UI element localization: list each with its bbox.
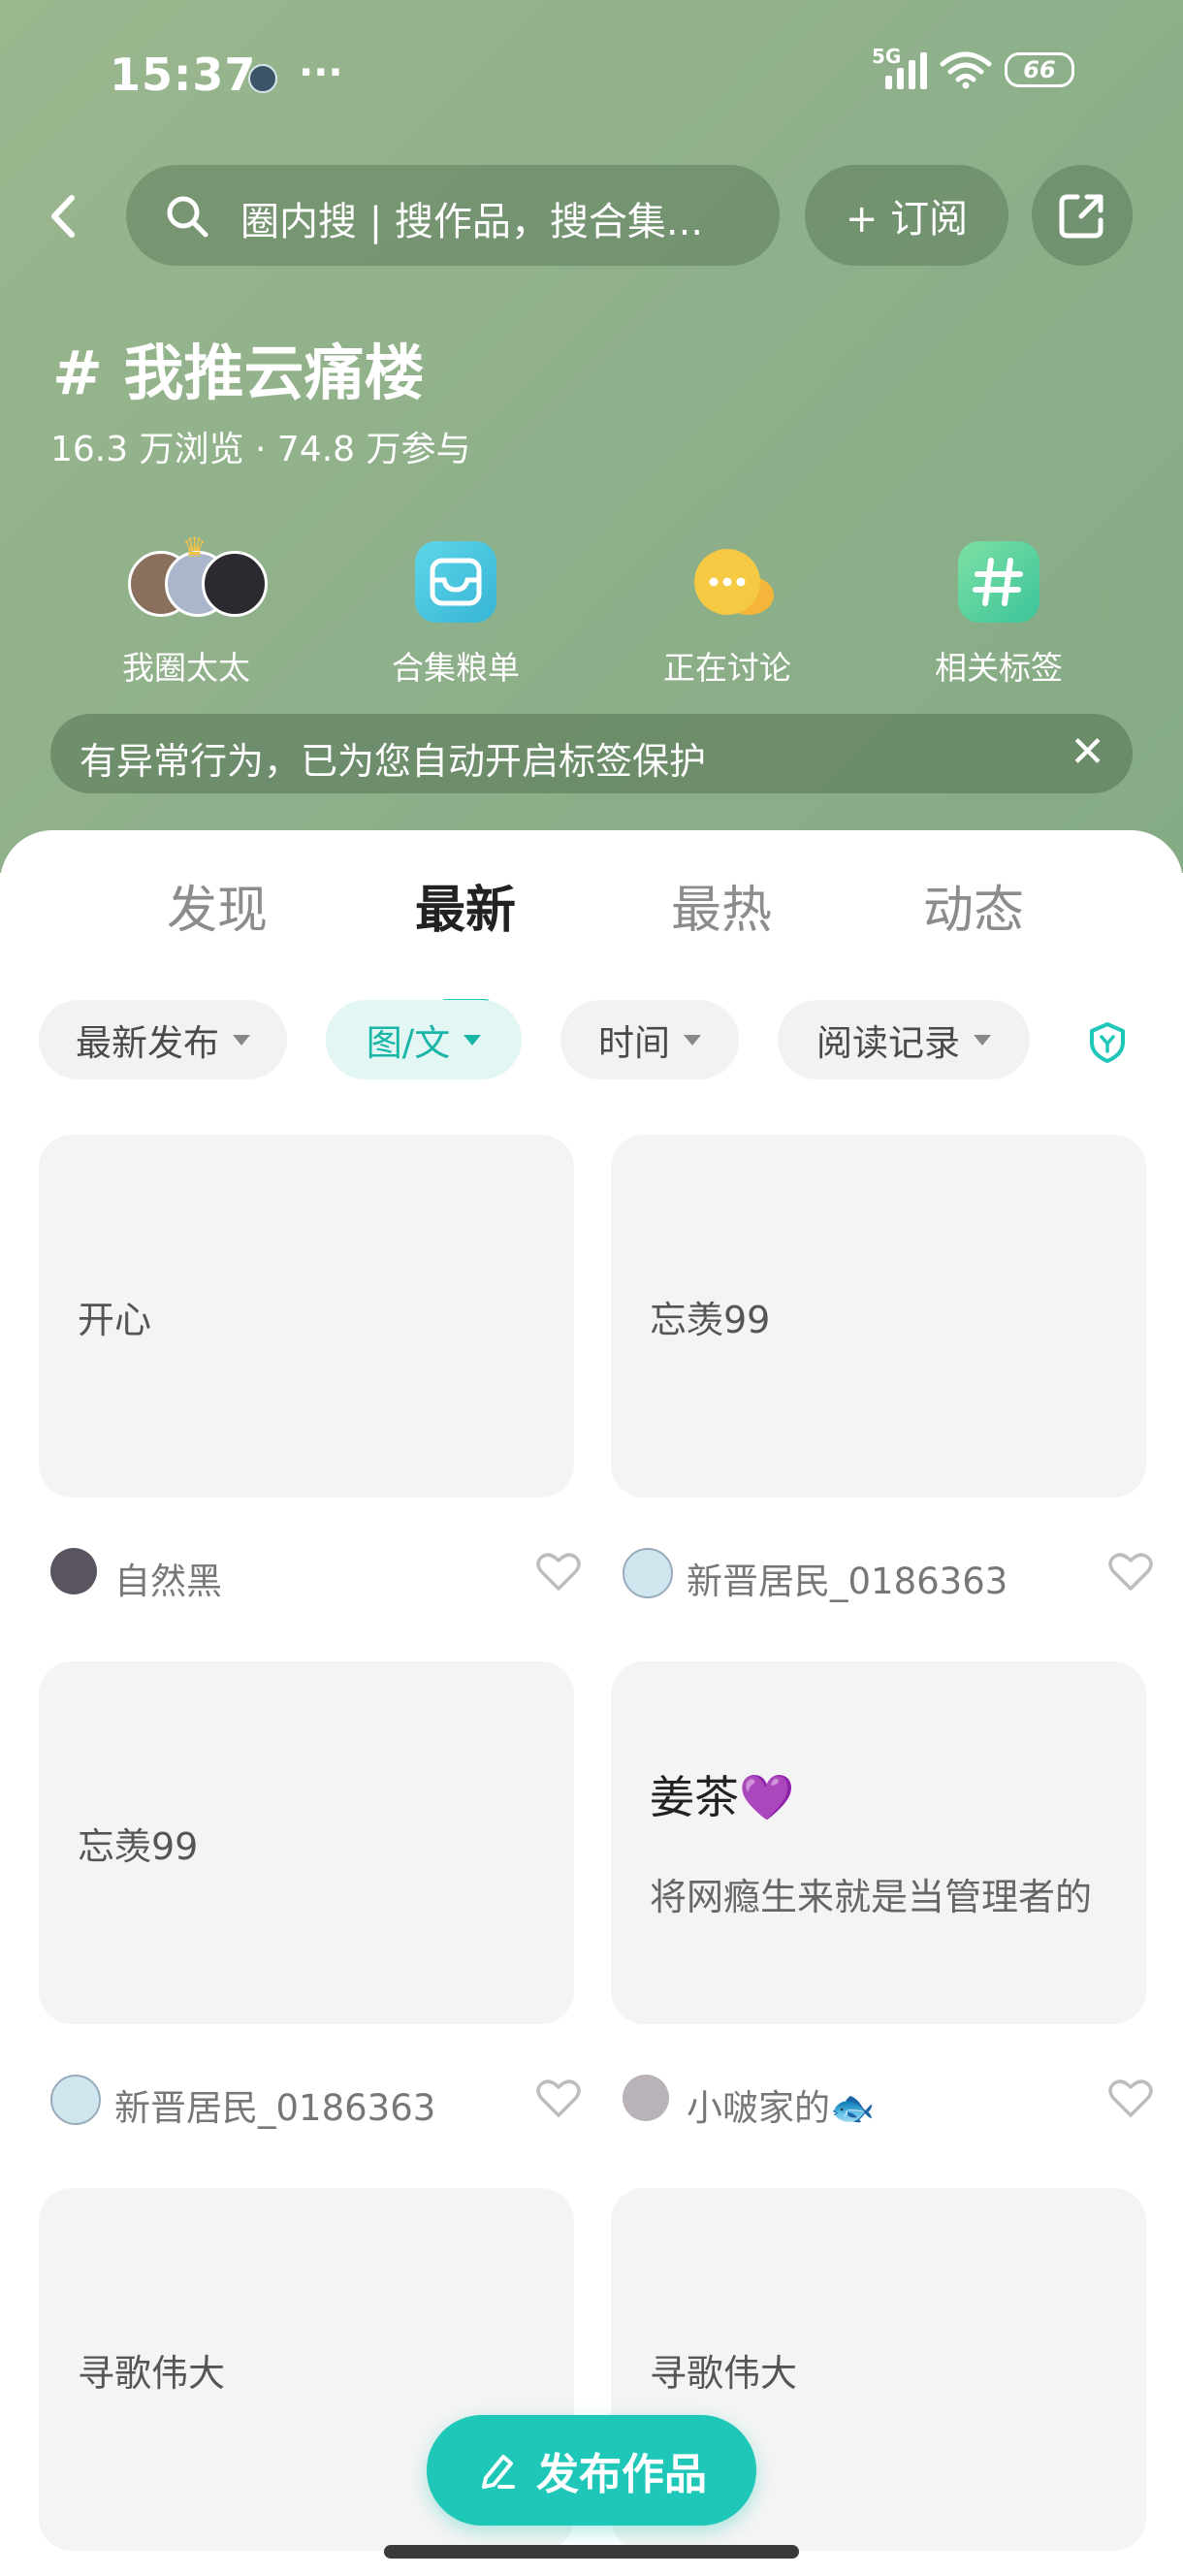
close-icon[interactable]: ✕ bbox=[1070, 731, 1105, 774]
heart-icon[interactable] bbox=[1107, 2077, 1154, 2119]
heart-icon[interactable] bbox=[1107, 1550, 1154, 1593]
search-icon bbox=[167, 196, 208, 238]
status-bar: 15:37 ··· 5G 66 bbox=[0, 0, 1183, 145]
share-icon bbox=[1059, 194, 1103, 239]
pen-icon bbox=[482, 2455, 515, 2489]
author-name[interactable]: 自然黑 bbox=[114, 1552, 222, 1604]
post-author-row: 新晋居民_0186363 bbox=[39, 2071, 582, 2129]
wifi-icon bbox=[940, 51, 992, 89]
post-author-row: 新晋居民_0186363 bbox=[611, 1544, 1154, 1602]
dropdown-arrow-icon bbox=[684, 1034, 701, 1046]
avatar[interactable] bbox=[50, 1548, 97, 1594]
avatar[interactable] bbox=[623, 1548, 673, 1598]
post-card[interactable]: 姜茶💜 将网瘾生来就是当管理者的 bbox=[611, 1661, 1146, 2024]
topic-title: # 我推云痛楼 bbox=[52, 338, 425, 408]
topic-stats: 16.3 万浏览 · 74.8 万参与 bbox=[50, 430, 471, 469]
filter-label: 最新发布 bbox=[76, 1022, 219, 1064]
subscribe-button[interactable]: + 订阅 bbox=[805, 165, 1008, 266]
dropdown-arrow-icon bbox=[974, 1034, 991, 1046]
cell-signal-icon: 5G bbox=[872, 45, 927, 89]
more-notifications-icon: ··· bbox=[299, 50, 343, 95]
quick-link-label: 相关标签 bbox=[935, 649, 1063, 687]
collection-icon bbox=[415, 541, 496, 623]
heart-icon[interactable] bbox=[535, 1550, 582, 1593]
home-indicator[interactable] bbox=[384, 2545, 799, 2559]
tab-activity[interactable]: 动态 bbox=[923, 869, 1024, 942]
publish-label: 发布作品 bbox=[536, 2450, 707, 2499]
shield-icon[interactable] bbox=[1088, 1021, 1127, 1064]
network-type: 5G bbox=[872, 45, 902, 68]
quick-links: ♛ 我圈太太 合集粮单 正在讨论 相关标签 bbox=[0, 531, 1183, 689]
tab-bar: 发现 最新 最热 动态 bbox=[0, 869, 1183, 1009]
avatar[interactable] bbox=[50, 2075, 101, 2125]
battery-icon: 66 bbox=[1005, 52, 1074, 87]
avatar[interactable] bbox=[623, 2075, 669, 2121]
share-button[interactable] bbox=[1032, 165, 1133, 266]
status-time: 15:37 bbox=[110, 48, 257, 101]
tab-discover[interactable]: 发现 bbox=[167, 869, 268, 942]
heart-icon[interactable] bbox=[535, 2077, 582, 2119]
filter-label: 图/文 bbox=[366, 1022, 451, 1064]
protection-notice: 有异常行为，已为您自动开启标签保护 ✕ bbox=[50, 714, 1133, 793]
tab-hot[interactable]: 最热 bbox=[671, 869, 772, 942]
filter-time[interactable]: 时间 bbox=[560, 1000, 739, 1079]
quick-link-label: 正在讨论 bbox=[663, 649, 791, 687]
post-title: 忘羡99 bbox=[78, 1825, 199, 1868]
author-name[interactable]: 小啵家的🐟 bbox=[687, 2078, 875, 2131]
post-title: 忘羡99 bbox=[650, 1299, 771, 1341]
post-excerpt: 将网瘾生来就是当管理者的 bbox=[650, 1876, 1093, 1918]
post-title: 姜茶💜 bbox=[650, 1771, 795, 1823]
search-placeholder: 圈内搜 | 搜作品，搜合集... bbox=[240, 200, 704, 244]
hashtag-icon bbox=[958, 541, 1039, 623]
post-card[interactable]: 忘羡99 bbox=[39, 1661, 574, 2024]
tab-latest[interactable]: 最新 bbox=[415, 869, 516, 942]
filter-label: 阅读记录 bbox=[816, 1022, 960, 1064]
filter-type[interactable]: 图/文 bbox=[326, 1000, 522, 1079]
quick-link-label: 我圈太太 bbox=[122, 649, 250, 687]
filter-history[interactable]: 阅读记录 bbox=[778, 1000, 1030, 1079]
status-indicators: 5G 66 bbox=[872, 45, 1074, 89]
filter-bar: 最新发布 图/文 时间 阅读记录 bbox=[0, 1000, 1183, 1081]
post-title: 寻歌伟大 bbox=[78, 2352, 226, 2395]
filter-label: 时间 bbox=[598, 1022, 670, 1064]
dropdown-arrow-icon bbox=[233, 1034, 250, 1046]
back-icon[interactable] bbox=[45, 192, 83, 241]
filter-sort[interactable]: 最新发布 bbox=[39, 1000, 287, 1079]
top-navigation: 圈内搜 | 搜作品，搜合集... + 订阅 bbox=[0, 165, 1183, 267]
post-card[interactable]: 开心 bbox=[39, 1135, 574, 1497]
post-title: 开心 bbox=[78, 1299, 152, 1341]
post-author-row: 小啵家的🐟 bbox=[611, 2071, 1154, 2129]
avatars-icon: ♛ bbox=[128, 531, 268, 621]
chat-icon bbox=[687, 541, 774, 623]
author-name[interactable]: 新晋居民_0186363 bbox=[114, 2078, 435, 2131]
post-author-row: 自然黑 bbox=[39, 1544, 582, 1602]
author-name[interactable]: 新晋居民_0186363 bbox=[687, 1552, 1007, 1604]
search-input[interactable]: 圈内搜 | 搜作品，搜合集... bbox=[126, 165, 780, 266]
notification-avatar-icon bbox=[248, 64, 277, 93]
dropdown-arrow-icon bbox=[464, 1034, 482, 1046]
post-card[interactable]: 忘羡99 bbox=[611, 1135, 1146, 1497]
publish-button[interactable]: 发布作品 bbox=[427, 2415, 756, 2526]
quick-link-label: 合集粮单 bbox=[392, 649, 520, 687]
crown-icon: ♛ bbox=[182, 531, 208, 564]
notice-text: 有异常行为，已为您自动开启标签保护 bbox=[80, 740, 707, 783]
post-title: 寻歌伟大 bbox=[650, 2352, 798, 2395]
